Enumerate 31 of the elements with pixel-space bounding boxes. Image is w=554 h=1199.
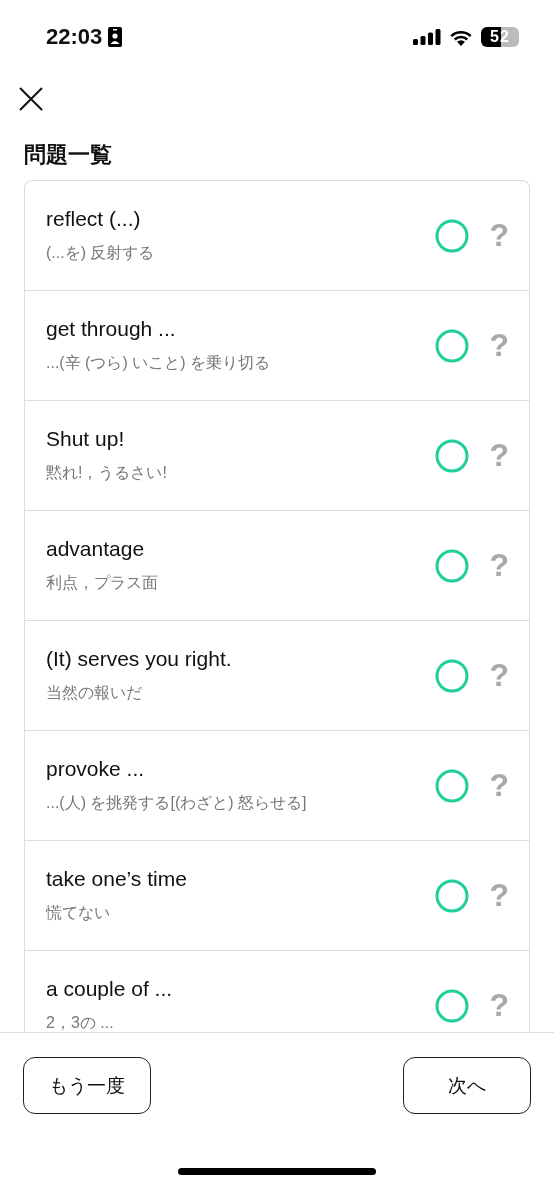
question-row[interactable]: provoke ... ...(人) を挑発する[(わざと) 怒らせる] ? [25, 731, 529, 841]
question-meaning: 当然の報いだ [46, 683, 143, 703]
question-word: provoke ... [46, 757, 146, 781]
question-row[interactable]: get through ... ...(辛 (つら) いこと) を乗り切る ? [25, 291, 529, 401]
question-word: Shut up! [46, 427, 126, 451]
next-button[interactable]: 次へ [403, 1057, 531, 1114]
question-row[interactable]: reflect (...) (...を) 反射する ? [25, 181, 529, 291]
question-meaning: 利点，プラス面 [46, 573, 159, 593]
question-meaning: ...(人) を挑発する[(わざと) 怒らせる] [46, 793, 308, 813]
question-meaning: 2，3の ... [46, 1013, 115, 1032]
question-word: a couple of ... [46, 977, 174, 1001]
wifi-icon [449, 28, 473, 46]
question-row[interactable]: advantage 利点，プラス面 ? [25, 511, 529, 621]
section-title: 問題一覧 [24, 142, 113, 168]
question-row[interactable]: Shut up! 黙れ!，うるさい! ? [25, 401, 529, 511]
status-time: 22:03 [46, 24, 103, 50]
question-row[interactable]: take one’s time 慌てない ? [25, 841, 529, 951]
question-meaning: 慌てない [46, 903, 111, 923]
question-meaning: ...(辛 (つら) いこと) を乗り切る [46, 353, 271, 373]
question-word: take one’s time [46, 867, 188, 891]
question-word: (It) serves you right. [46, 647, 233, 671]
question-word: reflect (...) [46, 207, 142, 231]
question-meaning: (...を) 反射する [46, 243, 156, 263]
retry-button[interactable]: もう一度 [23, 1057, 151, 1114]
question-row[interactable]: (It) serves you right. 当然の報いだ ? [25, 621, 529, 731]
question-meaning: 黙れ!，うるさい! [46, 463, 168, 483]
signal-icon [413, 29, 441, 45]
close-button[interactable] [18, 86, 44, 112]
id-card-icon [108, 27, 123, 47]
question-word: get through ... [46, 317, 177, 341]
question-word: advantage [46, 537, 146, 561]
